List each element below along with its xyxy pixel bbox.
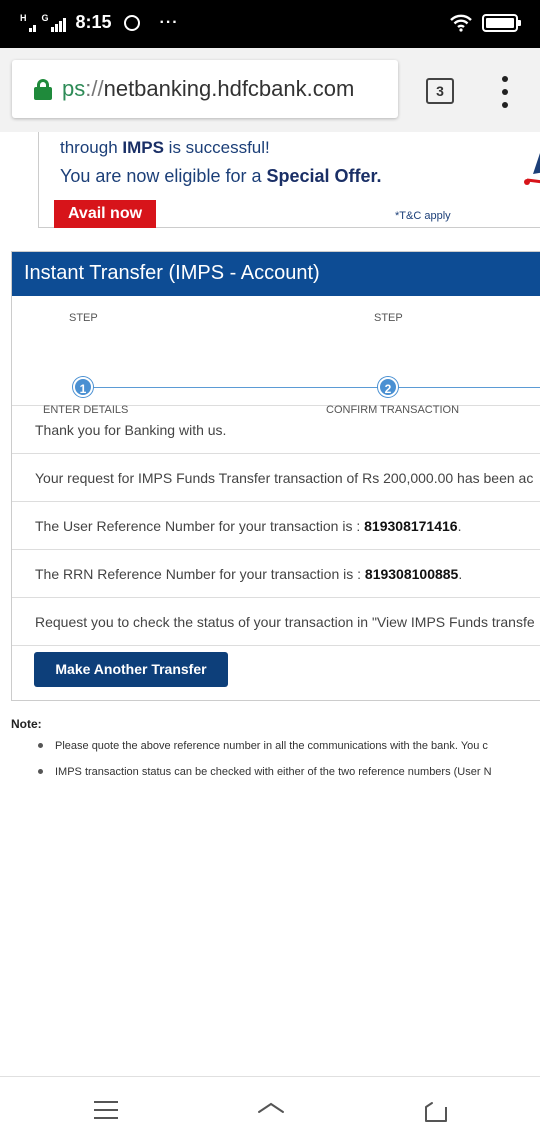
promo-text: You are now eligible for a (60, 166, 267, 186)
url-separator: :// (85, 76, 104, 101)
step-2-circle: 2 (378, 377, 398, 397)
tab-switcher-button[interactable]: 3 (426, 78, 454, 104)
notification-overflow: ··· (159, 13, 179, 31)
rrn-reference-label: The RRN Reference Number for your transa… (35, 566, 365, 582)
promo-bold-text: Special Offer. (266, 166, 382, 186)
rrn-reference-number: 819308100885 (364, 566, 459, 582)
signal-bar (28, 27, 32, 32)
back-icon[interactable] (255, 1101, 287, 1123)
step-1-label: STEP (69, 312, 98, 324)
user-reference-row: The User Reference Number for your trans… (12, 502, 540, 550)
recents-icon[interactable] (424, 1101, 448, 1123)
signal-bar (62, 17, 66, 32)
note-list: Please quote the above reference number … (38, 739, 492, 791)
step-connector (86, 387, 540, 388)
avail-now-button[interactable]: Avail now (54, 200, 156, 228)
step-2-label: STEP (374, 312, 403, 324)
thank-you-text: Thank you for Banking with us. (35, 422, 227, 438)
status-right (450, 14, 521, 32)
signal-bar (50, 26, 54, 32)
note-item: Please quote the above reference number … (38, 739, 492, 765)
signal-2-icon: G (41, 12, 66, 32)
button-row: Make Another Transfer (12, 646, 540, 698)
address-bar[interactable]: ps://netbanking.hdfcbank.com (12, 60, 398, 118)
lock-icon[interactable] (34, 79, 52, 100)
step-1-caption: ENTER DETAILS (43, 404, 129, 416)
whatsapp-icon (123, 14, 140, 31)
promo-text: is successful! (163, 138, 270, 157)
wifi-icon (450, 14, 472, 32)
terms-link[interactable]: *T&C apply (395, 210, 451, 222)
step-indicator: STEP 1 ENTER DETAILS STEP 2 CONFIRM TRAN… (12, 296, 540, 416)
signal-2-label: G (41, 12, 49, 23)
promo-line-2: You are now eligible for a Special Offer… (60, 166, 382, 187)
check-status-text: Request you to check the status of your … (35, 614, 535, 630)
make-another-transfer-button[interactable]: Make Another Transfer (34, 652, 228, 687)
status-bar: H G 8:15 ··· (0, 0, 540, 48)
imps-transfer-card: Instant Transfer (IMPS - Account) STEP 1… (11, 251, 540, 701)
url-text[interactable]: ps://netbanking.hdfcbank.com (62, 76, 354, 102)
signal-bar (32, 24, 36, 32)
step-1-circle: 1 (73, 377, 93, 397)
step-2-caption: CONFIRM TRANSACTION (326, 404, 460, 416)
url-scheme: ps (62, 76, 86, 101)
more-vert-icon[interactable] (498, 76, 512, 108)
check-status-message: Request you to check the status of your … (12, 598, 540, 646)
status-left: H G 8:15 ··· (20, 12, 179, 33)
promo-text: through (60, 138, 123, 157)
promo-graphic-icon (524, 153, 540, 185)
note-item: IMPS transaction status can be checked w… (38, 765, 492, 791)
system-nav-bar (0, 1076, 540, 1140)
note-title: Note: (11, 717, 42, 731)
signal-bar (58, 20, 62, 32)
card-title: Instant Transfer (IMPS - Account) (12, 252, 540, 296)
rrn-reference-row: The RRN Reference Number for your transa… (12, 550, 540, 598)
signal-bar (54, 23, 58, 32)
punctuation: . (458, 566, 463, 582)
menu-lines-icon[interactable] (94, 1101, 118, 1119)
clock: 8:15 (75, 12, 112, 32)
user-reference-label: The User Reference Number for your trans… (35, 518, 365, 534)
request-text: Your request for IMPS Funds Transfer tra… (35, 470, 534, 486)
signal-1-label: H (20, 12, 27, 23)
punctuation: . (457, 518, 462, 534)
promo-banner: through IMPS is successful! You are now … (38, 132, 540, 228)
request-message: Your request for IMPS Funds Transfer tra… (12, 454, 540, 502)
promo-line-1: through IMPS is successful! (60, 138, 270, 158)
browser-toolbar: ps://netbanking.hdfcbank.com 3 (0, 48, 540, 132)
user-reference-number: 819308171416 (364, 518, 458, 534)
signal-1-icon: H (20, 12, 36, 32)
battery-icon (482, 14, 521, 32)
promo-bold-text: IMPS (122, 138, 164, 157)
url-host: netbanking.hdfcbank.com (103, 76, 355, 101)
